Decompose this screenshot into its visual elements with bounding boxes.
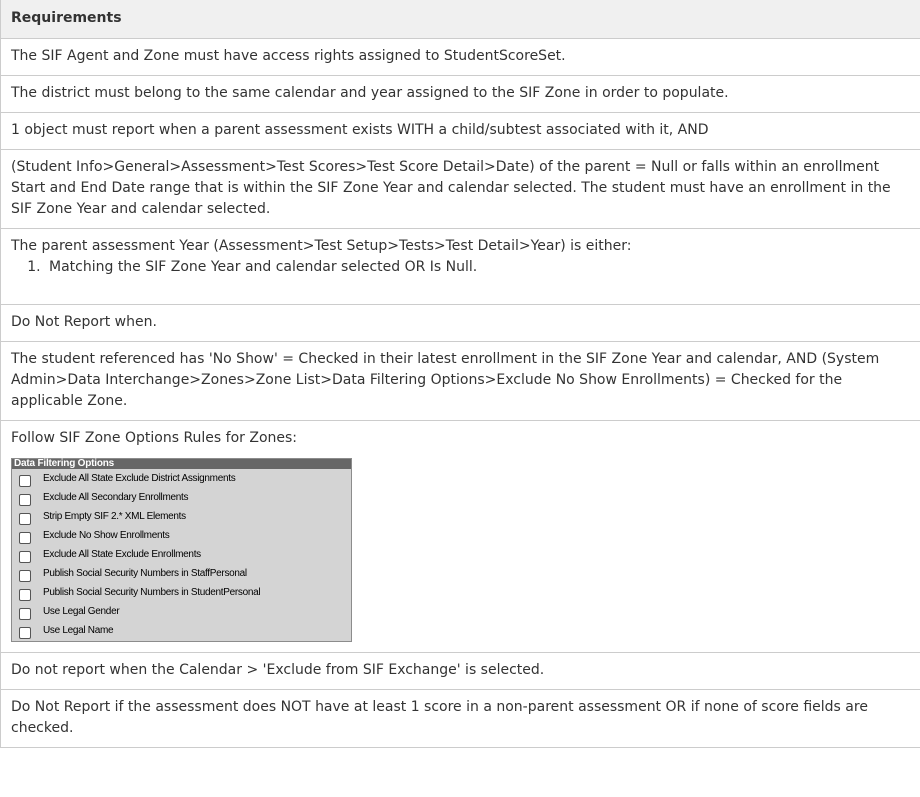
- requirement-cell: Follow SIF Zone Options Rules for Zones:…: [0, 420, 920, 653]
- option-ssn-student: Publish Social Security Numbers in Stude…: [12, 583, 351, 602]
- requirement-cell: (Student Info>General>Assessment>Test Sc…: [0, 149, 920, 229]
- table-row: The student referenced has 'No Show' = C…: [0, 341, 920, 421]
- option-label: Exclude All Secondary Enrollments: [43, 492, 189, 503]
- checkbox[interactable]: [19, 513, 31, 525]
- option-exclude-district-assignments: Exclude All State Exclude District Assig…: [12, 469, 351, 488]
- checkbox[interactable]: [19, 627, 31, 639]
- option-label: Use Legal Name: [43, 625, 114, 636]
- table-row: (Student Info>General>Assessment>Test Sc…: [0, 149, 920, 229]
- option-label: Publish Social Security Numbers in Staff…: [43, 568, 247, 579]
- year-rule-intro: The parent assessment Year (Assessment>T…: [11, 238, 632, 254]
- table-row: Do Not Report if the assessment does NOT…: [0, 689, 920, 748]
- checkbox[interactable]: [19, 532, 31, 544]
- list-item: Matching the SIF Zone Year and calendar …: [45, 257, 915, 278]
- checkbox[interactable]: [19, 608, 31, 620]
- requirement-cell: The SIF Agent and Zone must have access …: [0, 38, 920, 76]
- option-strip-empty-xml: Strip Empty SIF 2.* XML Elements: [12, 507, 351, 526]
- option-legal-gender: Use Legal Gender: [12, 602, 351, 621]
- checkbox[interactable]: [19, 570, 31, 582]
- option-exclude-state-enrollments: Exclude All State Exclude Enrollments: [12, 545, 351, 564]
- year-rule-list: Matching the SIF Zone Year and calendar …: [11, 257, 915, 278]
- requirement-cell: Do Not Report when.: [0, 304, 920, 342]
- option-exclude-no-show: Exclude No Show Enrollments: [12, 526, 351, 545]
- checkbox[interactable]: [19, 475, 31, 487]
- option-legal-name: Use Legal Name: [12, 621, 351, 640]
- option-label: Strip Empty SIF 2.* XML Elements: [43, 511, 186, 522]
- table-row: The parent assessment Year (Assessment>T…: [0, 228, 920, 305]
- requirement-cell: The district must belong to the same cal…: [0, 75, 920, 113]
- requirements-table: Requirements The SIF Agent and Zone must…: [0, 0, 920, 748]
- option-label: Exclude No Show Enrollments: [43, 530, 170, 541]
- requirement-cell: Do Not Report if the assessment does NOT…: [0, 689, 920, 748]
- option-exclude-secondary-enrollments: Exclude All Secondary Enrollments: [12, 488, 351, 507]
- checkbox[interactable]: [19, 494, 31, 506]
- table-row: The district must belong to the same cal…: [0, 75, 920, 113]
- option-ssn-staff: Publish Social Security Numbers in Staff…: [12, 564, 351, 583]
- option-label: Exclude All State Exclude Enrollments: [43, 549, 201, 560]
- requirement-cell: Do not report when the Calendar > 'Exclu…: [0, 652, 920, 690]
- requirement-cell: The parent assessment Year (Assessment>T…: [0, 228, 920, 305]
- requirement-cell: 1 object must report when a parent asses…: [0, 112, 920, 150]
- table-row: 1 object must report when a parent asses…: [0, 112, 920, 150]
- data-filtering-options-panel: Data Filtering Options Exclude All State…: [11, 458, 352, 642]
- requirement-cell: The student referenced has 'No Show' = C…: [0, 341, 920, 421]
- table-row: The SIF Agent and Zone must have access …: [0, 38, 920, 76]
- requirements-header: Requirements: [0, 0, 920, 39]
- zone-options-intro: Follow SIF Zone Options Rules for Zones:: [11, 430, 298, 446]
- checkbox[interactable]: [19, 551, 31, 563]
- table-row: Follow SIF Zone Options Rules for Zones:…: [0, 420, 920, 653]
- option-label: Use Legal Gender: [43, 606, 120, 617]
- option-label: Exclude All State Exclude District Assig…: [43, 473, 236, 484]
- table-row: Do Not Report when.: [0, 304, 920, 342]
- option-label: Publish Social Security Numbers in Stude…: [43, 587, 261, 598]
- header-row: Requirements: [0, 0, 920, 39]
- table-row: Do not report when the Calendar > 'Exclu…: [0, 652, 920, 690]
- checkbox[interactable]: [19, 589, 31, 601]
